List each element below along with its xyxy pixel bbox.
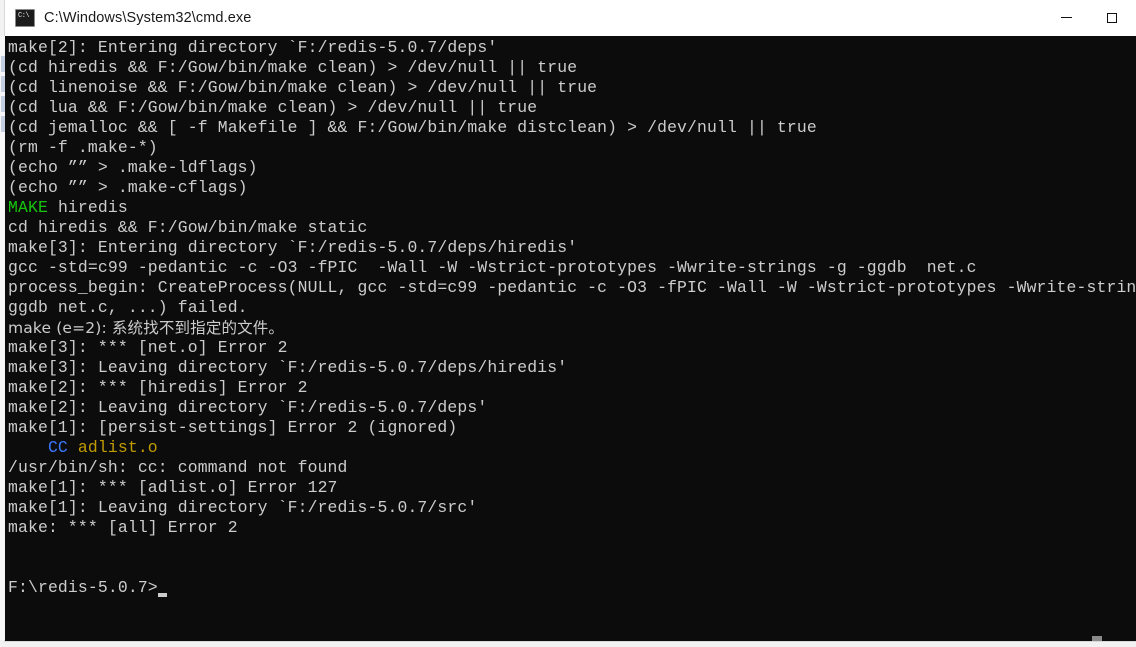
- console-line: process_begin: CreateProcess(NULL, gcc -…: [8, 278, 1136, 298]
- console-line: (cd lua && F:/Gow/bin/make clean) > /dev…: [8, 98, 1136, 118]
- cmd-console-window[interactable]: C:\Windows\System32\cmd.exe make[2]: Ent…: [5, 0, 1136, 641]
- console-line-text: make[1]: [persist-settings] Error 2 (ign…: [8, 418, 458, 437]
- console-line: make[3]: Leaving directory `F:/redis-5.0…: [8, 358, 1136, 378]
- console-line-text: (echo ”” > .make-cflags): [8, 178, 248, 197]
- console-line: (echo ”” > .make-cflags): [8, 178, 1136, 198]
- console-line: F:\redis-5.0.7>: [8, 578, 1136, 598]
- console-line: make[1]: [persist-settings] Error 2 (ign…: [8, 418, 1136, 438]
- console-line: gcc -std=c99 -pedantic -c -O3 -fPIC -Wal…: [8, 258, 1136, 278]
- console-line: make[1]: *** [adlist.o] Error 127: [8, 478, 1136, 498]
- console-line-text: (cd hiredis && F:/Gow/bin/make clean) > …: [8, 58, 578, 77]
- console-line-text: process_begin: CreateProcess(NULL, gcc -…: [8, 278, 1136, 297]
- console-line-text: cd hiredis && F:/Gow/bin/make static: [8, 218, 368, 237]
- console-line-text: make[2]: Leaving directory `F:/redis-5.0…: [8, 398, 488, 417]
- console-line: make[3]: *** [net.o] Error 2: [8, 338, 1136, 358]
- console-line: make[2]: Entering directory `F:/redis-5.…: [8, 38, 1136, 58]
- console-line-text: ggdb net.c, ...) failed.: [8, 298, 248, 317]
- console-line: make (e=2): 系统找不到指定的文件。: [8, 318, 1136, 338]
- console-line: (cd jemalloc && [ -f Makefile ] && F:/Go…: [8, 118, 1136, 138]
- minimize-icon: [1060, 17, 1072, 18]
- console-line-text: make[1]: *** [adlist.o] Error 127: [8, 478, 338, 497]
- console-line-text: make[2]: Entering directory `F:/redis-5.…: [8, 38, 498, 57]
- console-line: make[3]: Entering directory `F:/redis-5.…: [8, 238, 1136, 258]
- console-line: make: *** [all] Error 2: [8, 518, 1136, 538]
- console-line: cd hiredis && F:/Gow/bin/make static: [8, 218, 1136, 238]
- cmd-console-icon: [15, 9, 35, 27]
- horizontal-scrollbar[interactable]: [5, 636, 1136, 641]
- console-output-area[interactable]: make[2]: Entering directory `F:/redis-5.…: [5, 36, 1136, 636]
- console-line: /usr/bin/sh: cc: command not found: [8, 458, 1136, 478]
- console-line-segment: CC: [8, 438, 68, 457]
- console-line-segment: adlist.o: [67, 438, 158, 457]
- console-line: (cd hiredis && F:/Gow/bin/make clean) > …: [8, 58, 1136, 78]
- console-line-segment: MAKE: [8, 198, 48, 217]
- console-line-text: make[2]: *** [hiredis] Error 2: [8, 378, 308, 397]
- console-lines: make[2]: Entering directory `F:/redis-5.…: [8, 38, 1136, 598]
- console-line-text: (rm -f .make-*): [8, 138, 158, 157]
- console-line-text: F:\redis-5.0.7>: [8, 578, 158, 597]
- console-line-text: (cd lua && F:/Gow/bin/make clean) > /dev…: [8, 98, 538, 117]
- console-line-text: (cd linenoise && F:/Gow/bin/make clean) …: [8, 78, 598, 97]
- console-line: (rm -f .make-*): [8, 138, 1136, 158]
- window-left-edge-strip: [0, 36, 5, 640]
- console-line-text: make[1]: Leaving directory `F:/redis-5.0…: [8, 498, 478, 517]
- console-line-text: make: *** [all] Error 2: [8, 518, 238, 537]
- console-line-text: make[3]: *** [net.o] Error 2: [8, 338, 288, 357]
- console-line-text: make[3]: Entering directory `F:/redis-5.…: [8, 238, 578, 257]
- maximize-icon: [1107, 12, 1117, 23]
- text-cursor: [157, 593, 167, 597]
- console-line-text: (cd jemalloc && [ -f Makefile ] && F:/Go…: [8, 118, 817, 137]
- console-line: MAKE hiredis: [8, 198, 1136, 218]
- console-line: make[2]: Leaving directory `F:/redis-5.0…: [8, 398, 1136, 418]
- horizontal-scrollbar-thumb[interactable]: [1092, 636, 1102, 641]
- console-line: CC adlist.o: [8, 438, 1136, 458]
- console-line: make[2]: *** [hiredis] Error 2: [8, 378, 1136, 398]
- console-line: make[1]: Leaving directory `F:/redis-5.0…: [8, 498, 1136, 518]
- console-line-text: gcc -std=c99 -pedantic -c -O3 -fPIC -Wal…: [8, 258, 977, 277]
- maximize-button[interactable]: [1089, 0, 1135, 35]
- minimize-button[interactable]: [1043, 0, 1089, 35]
- console-line-text: (echo ”” > .make-ldflags): [8, 158, 258, 177]
- console-line: (cd linenoise && F:/Gow/bin/make clean) …: [8, 78, 1136, 98]
- console-line-text: make (e=2): 系统找不到指定的文件。: [8, 319, 285, 337]
- console-line: ggdb net.c, ...) failed.: [8, 298, 1136, 318]
- title-bar[interactable]: C:\Windows\System32\cmd.exe: [5, 0, 1136, 37]
- console-line: (echo ”” > .make-ldflags): [8, 158, 1136, 178]
- console-line-text: make[3]: Leaving directory `F:/redis-5.0…: [8, 358, 568, 377]
- window-title: C:\Windows\System32\cmd.exe: [44, 10, 252, 26]
- console-line-text: /usr/bin/sh: cc: command not found: [8, 458, 348, 477]
- console-line-segment: hiredis: [47, 198, 128, 217]
